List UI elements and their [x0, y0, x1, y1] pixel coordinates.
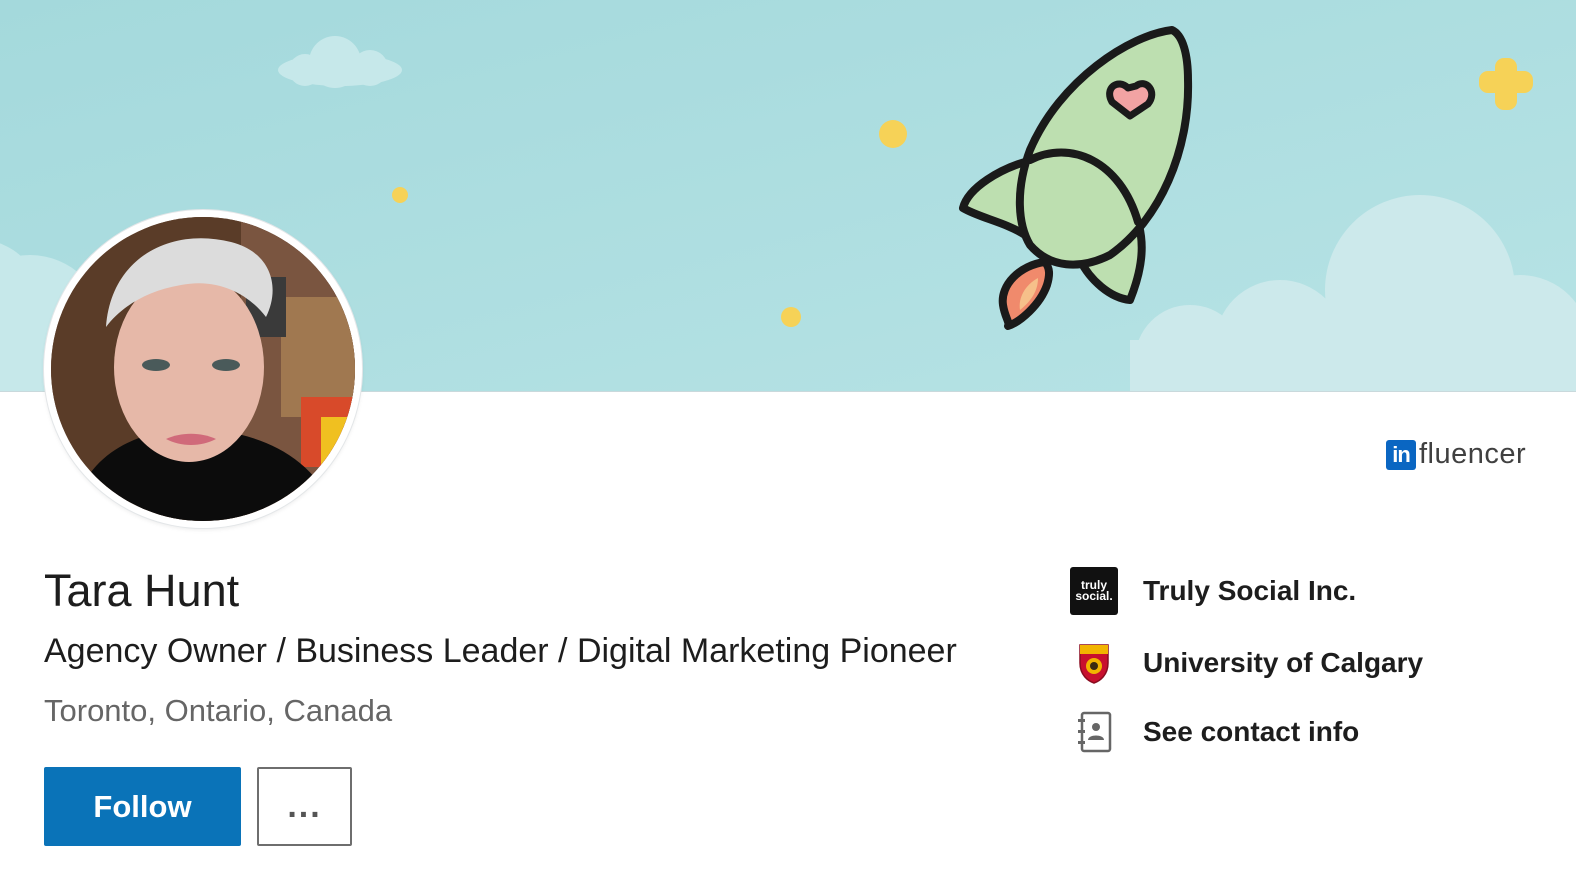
contact-info-link[interactable]: See contact info [1070, 708, 1359, 756]
more-actions-button[interactable]: ... [257, 767, 352, 846]
influencer-word: fluencer [1419, 438, 1527, 470]
contact-card-icon [1070, 708, 1118, 756]
education-label: University of Calgary [1143, 647, 1424, 678]
truly-social-logo: truly social. [1070, 567, 1118, 615]
influencer-badge: in fluencer [1386, 438, 1526, 471]
profile-name: Tara Hunt [44, 565, 240, 616]
contact-info-label: See contact info [1143, 716, 1360, 747]
university-crest-icon [1070, 639, 1118, 687]
profile-page: in fluencer Tara Hunt Agency Owner / Bus… [0, 0, 1576, 878]
current-company-link[interactable]: truly social. Truly Social Inc. [1070, 567, 1356, 615]
follow-button[interactable]: Follow [44, 767, 241, 846]
linkedin-in-icon: in [1386, 439, 1416, 470]
current-company-label: Truly Social Inc. [1143, 575, 1357, 606]
profile-location: Toronto, Ontario, Canada [44, 693, 393, 728]
profile-headline: Agency Owner / Business Leader / Digital… [44, 632, 957, 670]
truly-logo-text-2: social. [1075, 589, 1113, 603]
avatar-photo [51, 217, 355, 521]
profile-avatar[interactable] [44, 210, 362, 528]
education-link[interactable]: University of Calgary [1070, 639, 1423, 687]
